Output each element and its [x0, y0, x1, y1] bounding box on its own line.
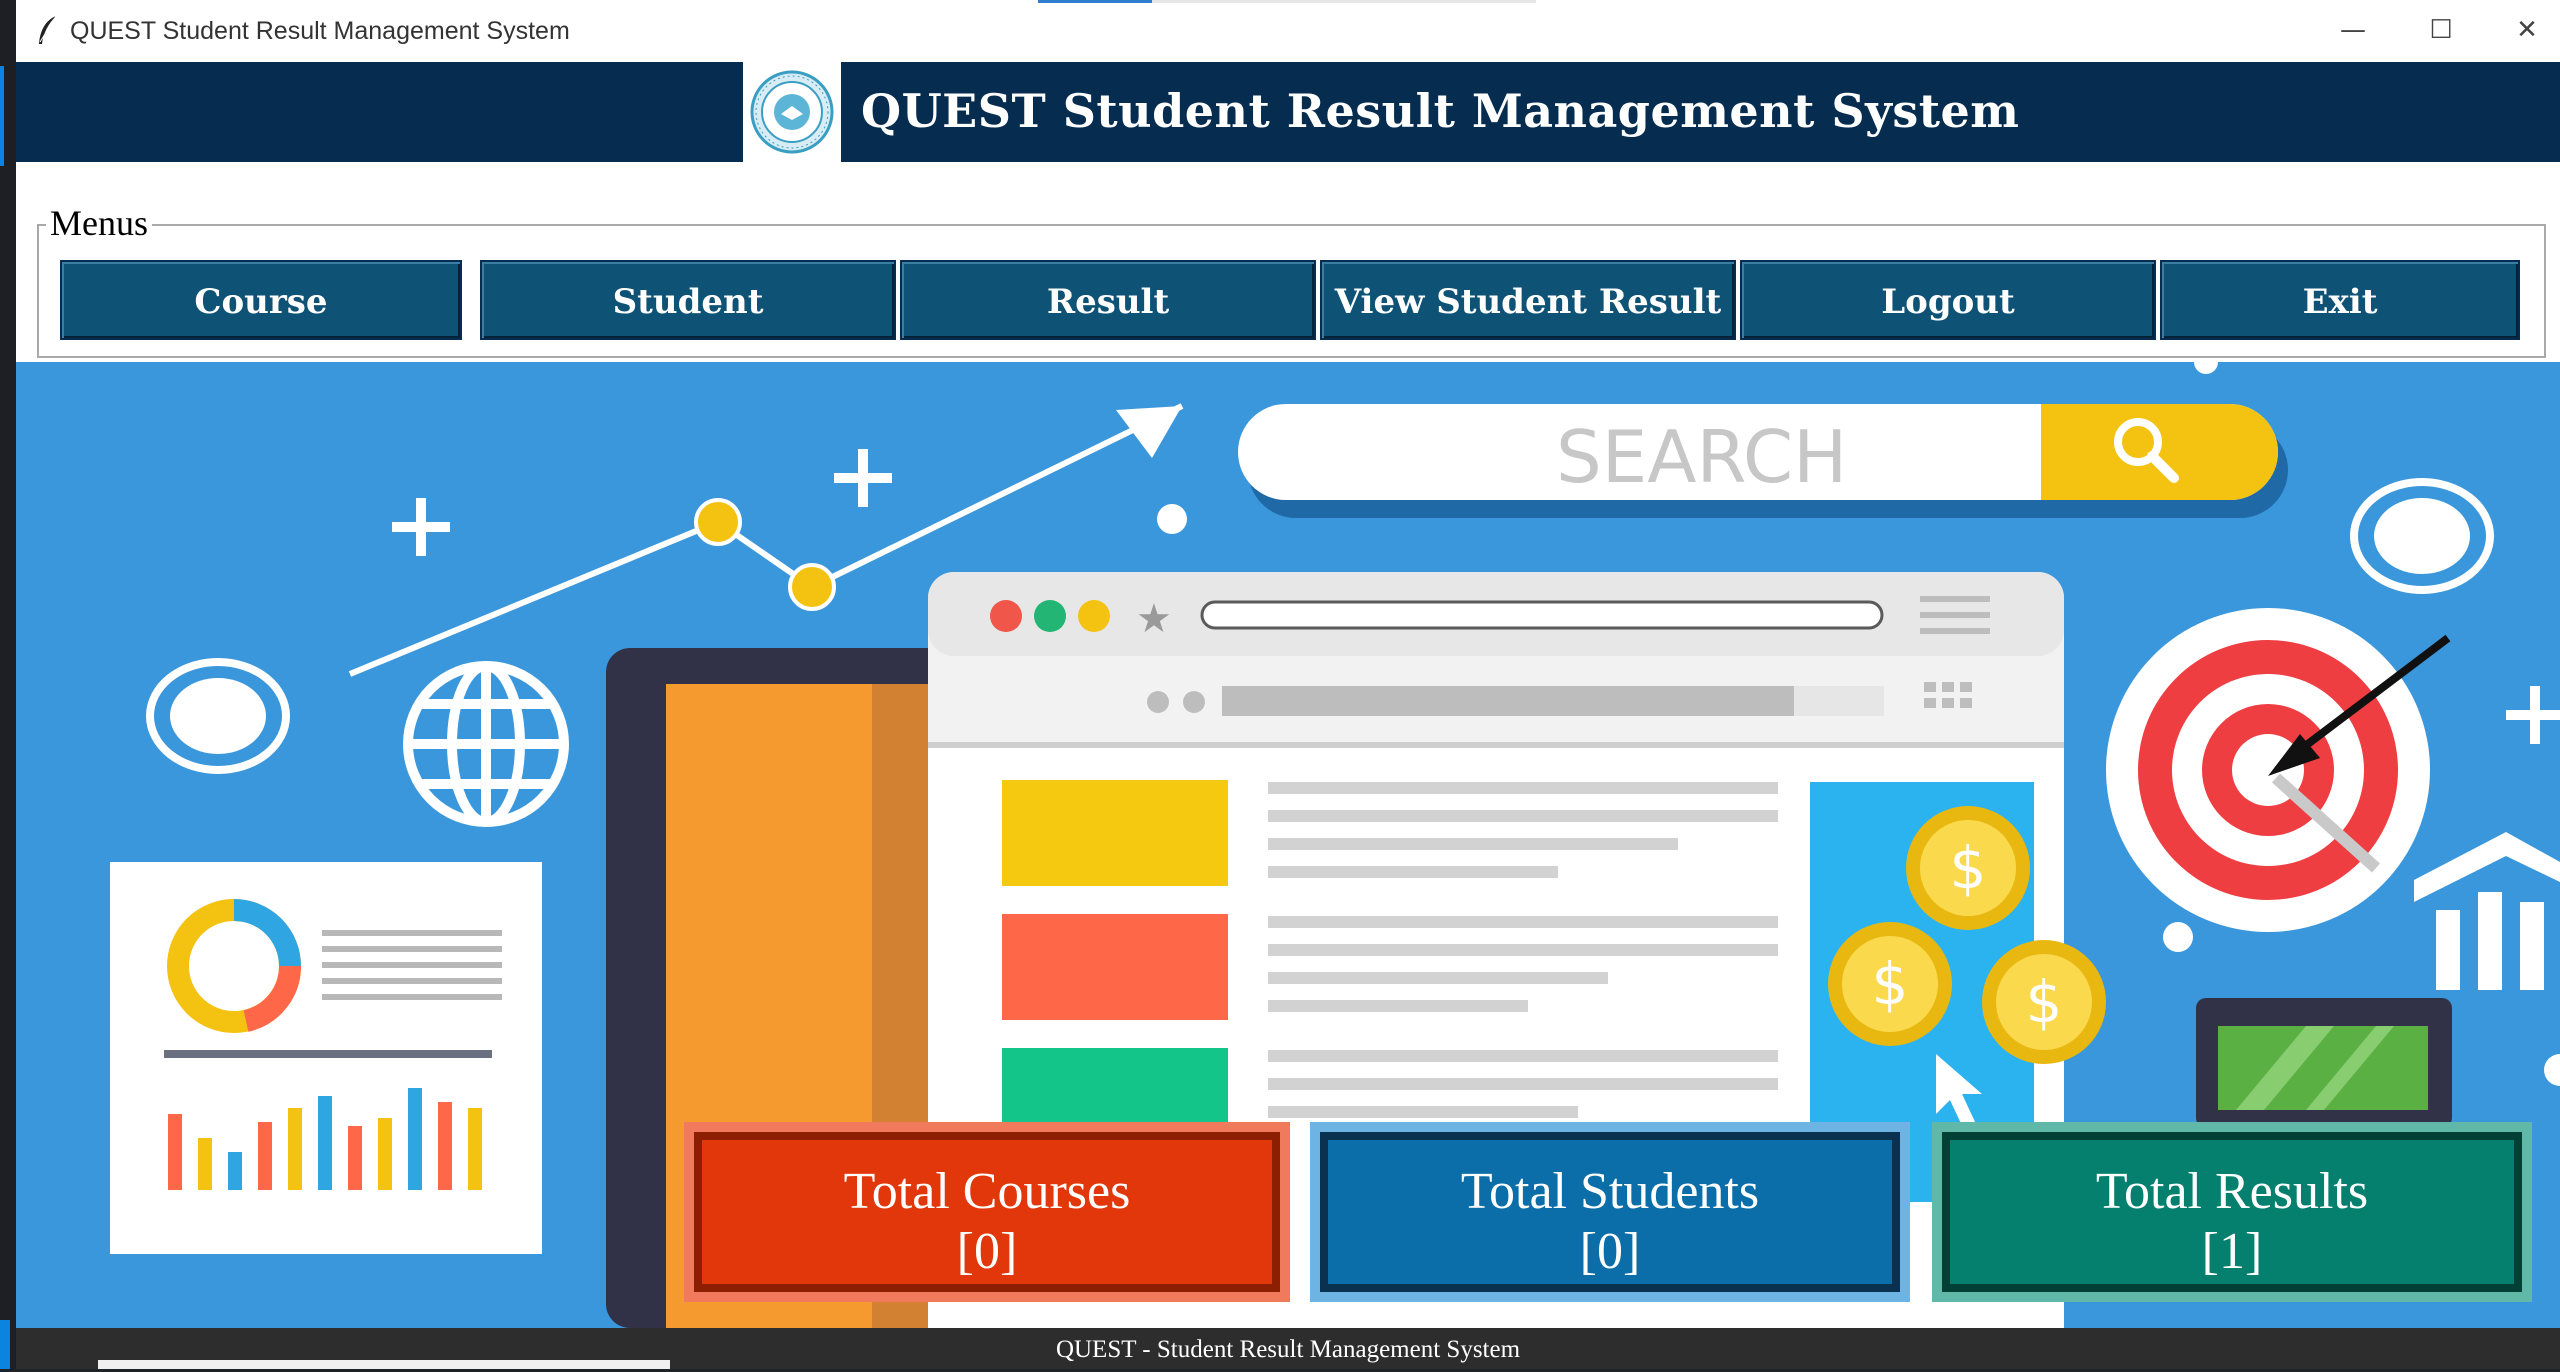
close-button[interactable]: ✕ — [2502, 10, 2552, 50]
total-results-value: [1] — [2201, 1223, 2263, 1280]
total-courses-card: Total Courses [0] — [684, 1122, 1290, 1302]
student-button[interactable]: Student — [480, 260, 896, 340]
title-bar-accent-2 — [1152, 0, 1536, 3]
total-results-label: Total Results — [2095, 1163, 2369, 1220]
total-students-card: Total Students [0] — [1310, 1122, 1910, 1302]
total-courses-label: Total Courses — [843, 1163, 1131, 1220]
dollar-coin-label: $ — [1872, 950, 1909, 1018]
search-text: SEARCH — [1556, 415, 1847, 499]
title-bar-accent — [1038, 0, 1152, 3]
desktop-edge — [0, 0, 16, 1369]
close-icon: ✕ — [2516, 15, 2538, 45]
app-header: QUEST Student Result Management System — [16, 62, 2560, 162]
exit-button[interactable]: Exit — [2160, 260, 2520, 340]
taskbar-accent — [0, 66, 4, 166]
total-students-label: Total Students — [1460, 1163, 1760, 1220]
taskbar-preview — [98, 1360, 670, 1369]
total-courses-value: [0] — [956, 1223, 1018, 1280]
minimize-button[interactable]: — — [2328, 10, 2378, 50]
app-window: QUEST Student Result Management System —… — [16, 0, 2560, 1369]
title-bar: QUEST Student Result Management System —… — [16, 0, 2560, 62]
menus-legend: Menus — [46, 202, 152, 244]
view-student-result-button[interactable]: View Student Result — [1320, 260, 1736, 340]
total-students-value: [0] — [1579, 1223, 1641, 1280]
course-button[interactable]: Course — [60, 260, 462, 340]
logout-button[interactable]: Logout — [1740, 260, 2156, 340]
dollar-coin-label: $ — [1950, 834, 1987, 902]
total-results-card: Total Results [1] — [1932, 1122, 2532, 1302]
star-icon: ★ — [1136, 596, 1172, 642]
maximize-button[interactable]: ☐ — [2416, 10, 2466, 50]
page-title: QUEST Student Result Management System — [861, 84, 2020, 138]
university-seal-icon — [750, 70, 834, 154]
minimize-icon: — — [2340, 15, 2366, 45]
dollar-coin-label: $ — [2026, 968, 2063, 1036]
feather-icon — [39, 15, 57, 44]
window-title: QUEST Student Result Management System — [70, 17, 570, 45]
taskbar-accent-bottom — [0, 1320, 10, 1369]
maximize-icon: ☐ — [2429, 15, 2453, 45]
result-button[interactable]: Result — [900, 260, 1316, 340]
university-logo — [743, 62, 841, 162]
